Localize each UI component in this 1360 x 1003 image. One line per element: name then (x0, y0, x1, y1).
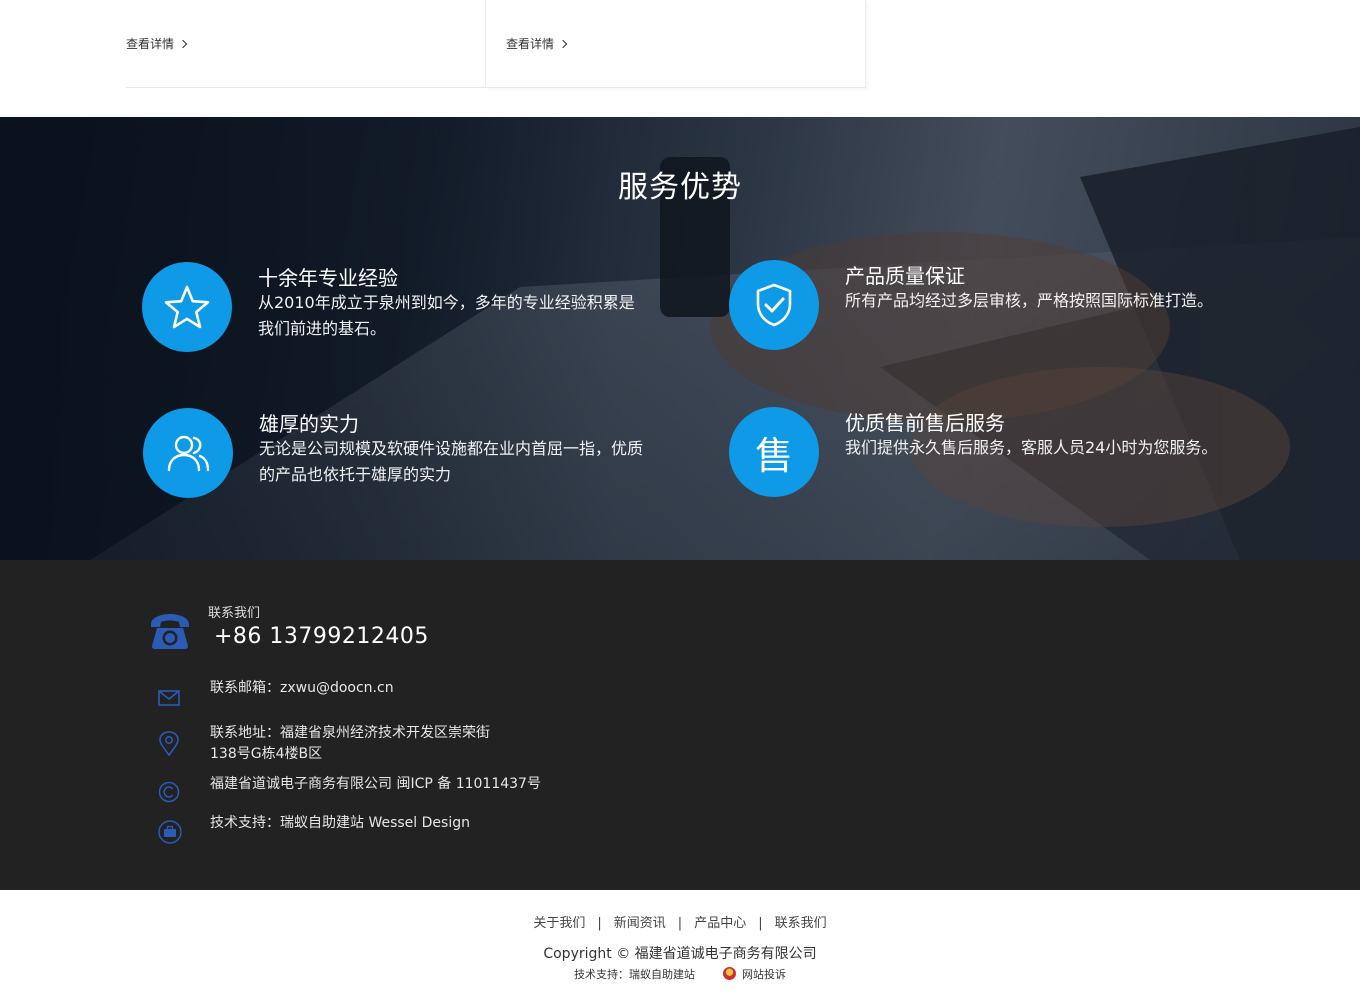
nav-separator: | (677, 916, 683, 931)
copyright-icon (158, 781, 180, 803)
feature-description: 从2010年成立于泉州到如今，多年的专业经验积累是我们前进的基石。 (258, 293, 635, 338)
feature-service: 售 优质售前售后服务 我们提供永久售后服务，客服人员24小时为您服务。 (729, 407, 1249, 507)
chevron-right-icon (178, 39, 188, 48)
contact-footer: 联系我们 +86 13799212405 联系邮箱：zxwu@doocn.cn … (0, 560, 1360, 890)
report-link[interactable]: 网站投诉 (742, 968, 786, 981)
feature-title: 产品质量保证 (845, 264, 965, 288)
tech-support[interactable]: 技术支持：瑞蚁自助建站 Wessel Design (210, 813, 470, 834)
feature-icon-circle: 售 (729, 407, 819, 497)
feature-icon-circle (729, 260, 819, 350)
bottom-bar: 关于我们 | 新闻资讯 | 产品中心 | 联系我们 Copyright © 福建省道诚电子商… (0, 890, 1360, 1003)
support-line: 技术支持：瑞蚁自助建站 网站投诉 (0, 966, 1360, 982)
footer-nav-contact[interactable]: 联系我们 (775, 916, 827, 931)
feature-description: 所有产品均经过多层审核，严格按照国际标准打造。 (845, 291, 1214, 310)
copyright-text: Copyright © 福建省道诚电子商务有限公司 (543, 946, 817, 962)
feature-title: 优质售前售后服务 (845, 411, 1005, 435)
footer-nav-about[interactable]: 关于我们 (533, 916, 585, 931)
sale-glyph-icon: 售 (754, 433, 793, 478)
product-card-strip: 查看详情 查看详情 (0, 0, 1360, 117)
chevron-right-icon (558, 39, 568, 48)
feature-strength: 雄厚的实力 无论是公司规模及软硬件设施都在业内首屈一指，优质的产品也依托于雄厚的… (143, 408, 663, 508)
feature-description: 我们提供永久售后服务，客服人员24小时为您服务。 (845, 438, 1218, 457)
footer-nav-products[interactable]: 产品中心 (694, 916, 746, 931)
phone-number: +86 13799212405 (214, 624, 429, 649)
contact-address-line2: 138号G栋4楼B区 (210, 746, 323, 762)
location-pin-icon (159, 731, 179, 757)
feature-title: 雄厚的实力 (259, 412, 359, 436)
feature-quality: 产品质量保证 所有产品均经过多层审核，严格按照国际标准打造。 (729, 260, 1249, 360)
company-icp: 福建省道诚电子商务有限公司 闽ICP 备 11011437号 (210, 776, 541, 792)
product-card: 查看详情 (126, 0, 485, 88)
telephone-icon (151, 614, 189, 649)
feature-icon-circle (142, 262, 232, 352)
mail-icon (158, 690, 180, 706)
support-link[interactable]: 技术支持：瑞蚁自助建站 (574, 968, 695, 981)
contact-email[interactable]: 联系邮箱：zxwu@doocn.cn (210, 678, 394, 699)
service-advantages-section: 服务优势 十余年专业经验 从2010年成立于泉州到如今，多年的专业经验积累是我们… (0, 117, 1360, 560)
star-icon (164, 285, 210, 329)
contact-address-line1: 联系地址：福建省泉州经济技术开发区崇荣街 (210, 725, 490, 741)
police-badge-icon (723, 967, 736, 980)
shield-check-icon (756, 283, 792, 327)
feature-experience: 十余年专业经验 从2010年成立于泉州到如今，多年的专业经验积累是我们前进的基石… (142, 262, 662, 362)
section-title: 服务优势 (618, 170, 742, 205)
view-details-label: 查看详情 (506, 37, 555, 51)
briefcase-icon (158, 820, 182, 844)
contact-label: 联系我们 (208, 606, 261, 621)
feature-description: 无论是公司规模及软硬件设施都在业内首屈一指，优质的产品也依托于雄厚的实力 (259, 439, 644, 484)
footer-nav-news[interactable]: 新闻资讯 (614, 916, 666, 931)
nav-separator: | (597, 916, 602, 931)
nav-separator: | (758, 916, 763, 931)
feature-title: 十余年专业经验 (258, 266, 398, 290)
product-card: 查看详情 (485, 0, 866, 88)
feature-icon-circle (143, 408, 233, 498)
view-details-link[interactable]: 查看详情 (126, 35, 188, 52)
view-details-link[interactable]: 查看详情 (506, 35, 568, 52)
users-icon (167, 435, 210, 472)
footer-nav: 关于我们 | 新闻资讯 | 产品中心 | 联系我们 (0, 912, 1360, 931)
view-details-label: 查看详情 (126, 37, 175, 51)
